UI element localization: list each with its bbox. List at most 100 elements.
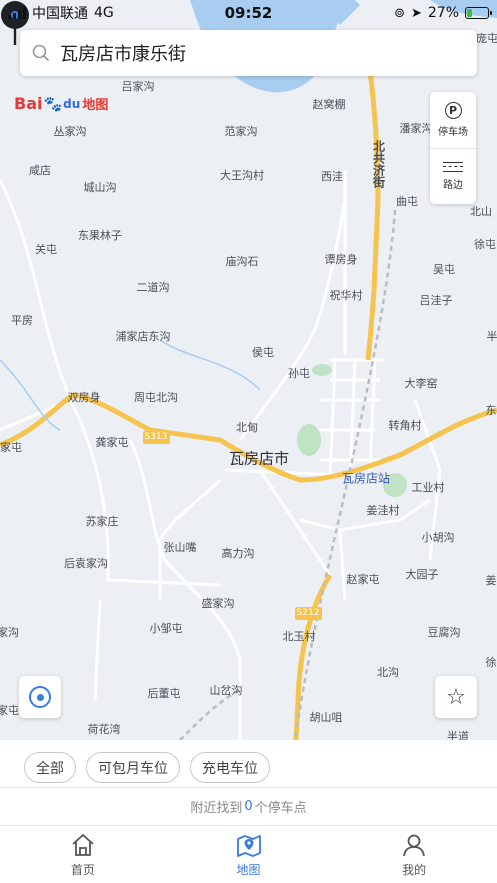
roadside-button[interactable]: 路边 xyxy=(430,147,476,205)
map-label: 后袁家沟 xyxy=(64,557,108,570)
filter-charging-chip[interactable]: 充电车位 xyxy=(190,752,270,783)
status-time: 09:52 xyxy=(224,4,273,22)
map-label: 北玉村 xyxy=(282,630,316,643)
map-label: 北山 xyxy=(470,205,492,218)
stream-west xyxy=(0,359,61,431)
tab-bar: 首页 地图 我的 xyxy=(0,825,497,883)
baidu-map-logo: Bai 🐾 du 地图 xyxy=(14,94,108,113)
map-label: 浦家店东沟 xyxy=(115,330,171,343)
map-label: 大李窑 xyxy=(404,377,438,390)
map-label: 大园子 xyxy=(405,568,439,581)
logo-text: du xyxy=(63,96,81,111)
cellular-signal-icon xyxy=(8,7,26,19)
tab-mine-label: 我的 xyxy=(402,862,427,877)
network-type: 4G xyxy=(94,5,114,21)
parking-lot-label: 停车场 xyxy=(438,126,468,138)
map-label: 徐 xyxy=(485,656,497,669)
user-icon xyxy=(403,834,426,856)
map-label-station: 瓦房店站 xyxy=(341,471,391,486)
stream xyxy=(159,339,261,391)
map-label: 赵窝棚 xyxy=(312,98,346,111)
park-3 xyxy=(312,364,332,376)
map-label: 家屯 xyxy=(0,704,19,717)
map-label: 平房 xyxy=(11,314,33,327)
map-label: 家屯 xyxy=(0,441,22,454)
filter-all-chip[interactable]: 全部 xyxy=(24,752,76,783)
map-label-peak: 北沟 xyxy=(377,666,399,679)
tab-home-label: 首页 xyxy=(70,862,95,877)
map-label: 苏家庄 xyxy=(85,515,119,528)
tab-mine[interactable]: 我的 xyxy=(331,826,497,883)
map-label: 工业村 xyxy=(411,481,445,494)
map-label: 咸店 xyxy=(29,164,51,177)
tab-map[interactable]: 地图 xyxy=(166,826,332,883)
map-label: 豆腐沟 xyxy=(427,626,461,639)
map-icon xyxy=(236,834,261,857)
map-label: 高力沟 xyxy=(221,547,255,560)
map-label: 转角村 xyxy=(388,419,422,432)
map-label: 祝华村 xyxy=(329,289,363,302)
paw-icon: 🐾 xyxy=(43,94,63,113)
map-label: 庙沟石 xyxy=(225,255,259,268)
filter-monthly-chip[interactable]: 可包月车位 xyxy=(86,752,180,783)
map-label: 双房身 xyxy=(67,391,101,404)
map-label: 周屯北沟 xyxy=(134,391,178,404)
parking-icon: P xyxy=(444,101,462,119)
map-label: 姜洼村 xyxy=(366,504,400,517)
map-label: 范家沟 xyxy=(224,125,258,138)
map-label-street: 北共济街 xyxy=(371,140,386,188)
map-label: 半道 xyxy=(447,730,469,740)
result-prefix: 附近找到 xyxy=(190,800,243,816)
tab-map-label: 地图 xyxy=(236,862,261,877)
locate-me-button[interactable] xyxy=(19,676,61,718)
map-label: 荷花湾 xyxy=(87,723,121,736)
map-label: 小邹屯 xyxy=(149,622,183,635)
map-label: 家沟 xyxy=(0,626,19,639)
map-label: 城山沟 xyxy=(83,181,117,194)
roadside-icon xyxy=(443,161,463,172)
map-label: 吕家沟 xyxy=(121,80,155,93)
map-label: 孙屯 xyxy=(288,367,310,380)
map-label: 庞屯 xyxy=(476,32,497,45)
map-label: 关屯 xyxy=(35,243,57,256)
map-label: 二道沟 xyxy=(136,281,170,294)
map-label-city: 瓦房店市 xyxy=(228,449,290,468)
filter-chips: 全部 可包月车位 充电车位 xyxy=(0,740,497,788)
app-screen: 吕家沟 丛家沟 范家沟 赵窝棚 潘家沟 咸店 大王沟村 西洼 城山沟 曲屯 北山… xyxy=(0,0,497,883)
map-label: 北甸 xyxy=(236,421,258,434)
result-count: 0 xyxy=(244,798,253,814)
park-1 xyxy=(297,424,321,456)
map-label: 大王沟村 xyxy=(220,169,264,182)
roadside-label: 路边 xyxy=(443,179,463,191)
map-label: 盛家沟 xyxy=(201,597,235,610)
map-label: 丛家沟 xyxy=(53,125,87,138)
battery-percent: 27% xyxy=(427,5,459,21)
map-label: 潘家沟 xyxy=(399,122,433,135)
logo-text: Bai xyxy=(14,94,43,113)
search-bar[interactable] xyxy=(20,30,477,76)
map-label: 吕洼子 xyxy=(419,294,453,307)
location-services-icon: ➤ xyxy=(410,5,422,21)
map-label: 半 xyxy=(486,330,497,343)
search-input[interactable] xyxy=(60,42,465,64)
map-label: 后董屯 xyxy=(147,687,181,700)
map-label: 张山嘴 xyxy=(163,541,197,554)
road-shield-label-s212: S212 xyxy=(296,608,320,618)
carrier-name: 中国联通 xyxy=(32,6,88,22)
map-label: 龚家屯 xyxy=(95,436,129,449)
map-label: 胡山咀 xyxy=(309,711,343,724)
home-icon xyxy=(72,833,94,856)
parking-lot-button[interactable]: P 停车场 xyxy=(430,92,476,148)
map-label: 吴屯 xyxy=(433,263,455,276)
map-label: 谭房身 xyxy=(324,253,358,266)
battery-fill xyxy=(467,9,473,17)
result-summary: 附近找到 0 个停车点 xyxy=(0,788,497,824)
search-icon xyxy=(32,44,50,62)
tab-home[interactable]: 首页 xyxy=(0,826,166,883)
favorite-button[interactable]: ☆ xyxy=(435,676,477,718)
map-label: 徐屯 xyxy=(474,238,496,251)
map-tool-panel: P 停车场 路边 xyxy=(430,92,476,204)
road-shield-label-s313: S313 xyxy=(144,432,168,442)
battery-icon xyxy=(465,7,492,19)
map-label: 赵家屯 xyxy=(346,573,380,586)
